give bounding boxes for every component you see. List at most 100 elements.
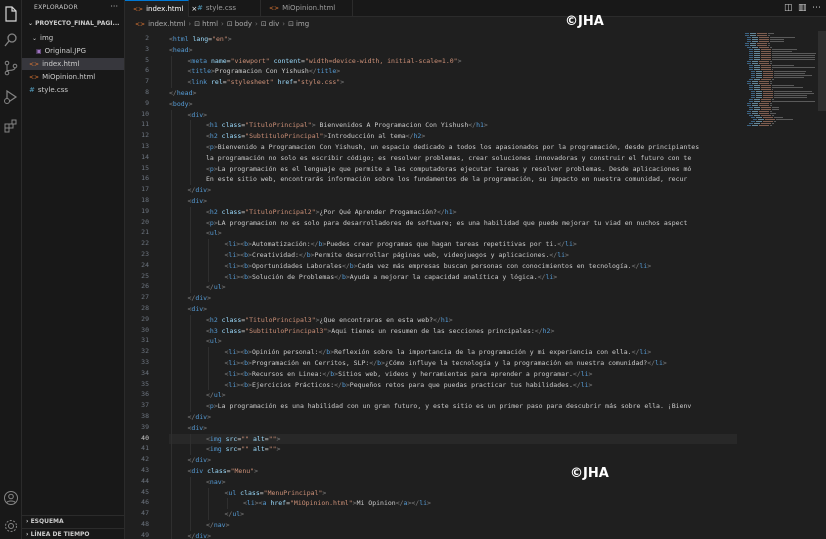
code-line[interactable]: <li><b>Opinión personal:</b>Reflexión so… — [169, 347, 652, 358]
account-icon[interactable] — [3, 490, 19, 506]
code-line[interactable]: <link rel="stylesheet" href="style.css"> — [169, 77, 345, 88]
code-line[interactable]: <div> — [169, 423, 208, 434]
code-line[interactable]: <p>Bienvenido a Programacion Con Yishush… — [169, 142, 699, 153]
code-line[interactable]: <head> — [169, 45, 193, 56]
code-line[interactable]: <h2 class="TituloPrincipal3">¿Que encont… — [169, 315, 453, 326]
code-line[interactable]: <ul> — [169, 228, 222, 239]
code-line[interactable]: </div> — [169, 185, 212, 196]
indent-guide — [208, 250, 209, 261]
settings-gear-icon[interactable] — [3, 518, 19, 534]
minimap-line — [752, 83, 758, 84]
line-number: 20 — [141, 217, 149, 226]
code-line[interactable]: </div> — [169, 412, 212, 423]
more-actions-icon[interactable]: ⋯ — [812, 3, 821, 13]
project-folder[interactable]: ⌄ PROYECTO_FINAL_PAGI... — [22, 18, 124, 30]
indent-guide — [189, 120, 191, 132]
code-line[interactable]: <p>LA programacion no es solo para desar… — [169, 218, 687, 229]
code-line[interactable]: <h1 class="TituloPrincipal"> Bienvenidos… — [169, 120, 488, 131]
split-editor-icon[interactable]: ◫ — [784, 3, 793, 13]
outline-section[interactable]: › ESQUEMA — [22, 515, 124, 527]
breadcrumb-item[interactable]: html — [202, 20, 218, 28]
code-line[interactable]: <div> — [169, 196, 208, 207]
code-line[interactable]: <h3 class="SubtituloPrincipal3">Aqui tie… — [169, 326, 554, 337]
code-line[interactable]: En este sitio web, encontrarás informaci… — [169, 174, 687, 185]
code-line[interactable]: <div> — [169, 110, 208, 121]
file-style-css[interactable]: # style.css — [29, 84, 124, 96]
breadcrumb-item[interactable]: img — [296, 20, 309, 28]
code-line[interactable]: <div class="Menu"> — [169, 466, 259, 477]
code-editor[interactable]: 2 3 5 6 7 8 9 10 11 12 13 14 15 16 17 18 19 20 21 22 23 24 25 2… — [125, 31, 737, 539]
code-line[interactable]: </div> — [169, 455, 212, 466]
code-line[interactable]: <p>La programación es una habilidad con … — [169, 401, 691, 412]
code-line[interactable]: </head> — [169, 88, 196, 99]
search-icon[interactable] — [3, 32, 19, 48]
tab-style-css[interactable]: # style.css — [189, 0, 261, 17]
code-line[interactable]: </ul> — [169, 509, 245, 520]
tab-index-html[interactable]: <> index.html × — [125, 0, 197, 17]
minimap[interactable] — [737, 31, 826, 539]
code-line[interactable]: <h2 class="SubtituloPrincipal">Introducc… — [169, 131, 425, 142]
code-line[interactable]: <li><b>Creatividad:</b>Permite desarroll… — [169, 250, 569, 261]
code-line[interactable]: <li><b>Programación en Cerritos, SLP:</b… — [169, 358, 667, 369]
source-control-icon[interactable] — [3, 60, 19, 76]
code-line[interactable]: <img src="" alt=""> — [169, 433, 737, 445]
indent-guide — [189, 250, 191, 261]
code-line[interactable]: <li><b>Oportunidades Laborales</b>Cada v… — [169, 261, 652, 272]
timeline-section[interactable]: › LÍNEA DE TIEMPO — [22, 528, 124, 539]
line-number: 19 — [141, 206, 149, 215]
code-line[interactable]: <ul> — [169, 336, 222, 347]
files-icon[interactable] — [3, 6, 19, 22]
layout-icon[interactable]: ▥ — [798, 3, 807, 13]
file-original-jpg[interactable]: ▣ Original.JPG — [36, 45, 124, 57]
code-line[interactable]: </ul> — [169, 390, 226, 401]
code-line[interactable]: <li><b>Automatización:</b>Puedes crear p… — [169, 239, 577, 250]
indent-guide — [189, 487, 191, 499]
code-line[interactable]: <li><b>Solución de Problemas</b>Ayuda a … — [169, 272, 558, 283]
minimap-line — [756, 121, 762, 122]
line-number: 17 — [141, 185, 149, 194]
indent-guide — [171, 422, 172, 434]
vertical-scrollbar[interactable] — [818, 31, 826, 111]
run-debug-icon[interactable] — [3, 89, 19, 105]
breadcrumb-item[interactable]: div — [269, 20, 280, 28]
code-line[interactable]: </nav> — [169, 520, 230, 531]
more-actions-icon[interactable]: ··· — [110, 2, 118, 11]
code-line[interactable]: <html lang="en"> — [169, 34, 232, 45]
minimap-line — [754, 99, 760, 100]
minimap-line — [772, 49, 798, 50]
code-line[interactable]: </div> — [169, 293, 212, 304]
breadcrumb-item[interactable]: index.html — [148, 20, 185, 28]
extensions-icon[interactable] — [3, 118, 19, 134]
minimap-line — [752, 37, 758, 38]
minimap-line — [768, 35, 771, 36]
code-line[interactable]: </div> — [169, 531, 212, 539]
folder-img[interactable]: ⌄ img — [32, 32, 124, 44]
minimap-line — [756, 95, 762, 96]
code-line[interactable]: <li><b>Recursos en Linea:</b>Sitios web,… — [169, 369, 593, 380]
code-line[interactable]: <ul class="MenuPrincipal"> — [169, 488, 327, 499]
minimap-line — [761, 69, 771, 70]
code-line[interactable]: la programación no solo es escribir códi… — [169, 153, 691, 164]
minimap-line — [751, 77, 755, 78]
indent-guide — [171, 358, 172, 369]
code-line[interactable]: <nav> — [169, 477, 226, 488]
minimap-line — [752, 105, 758, 106]
code-area[interactable]: <html lang="en"> <head> <meta name="viewpo… — [169, 31, 737, 539]
file-index-html[interactable]: <> index.html — [22, 58, 124, 70]
code-line[interactable]: <li><b>Ejercicios Prácticos:</b>Pequeños… — [169, 380, 593, 391]
tab-miopinion-html[interactable]: <> MiOpinion.html — [261, 0, 353, 17]
code-line[interactable]: <img src="" alt=""> — [169, 444, 280, 455]
file-miopinion-html[interactable]: <> MiOpinion.html — [29, 71, 124, 83]
minimap-line — [759, 105, 769, 106]
code-line[interactable]: <title>Programacion Con Yishush</title> — [169, 66, 341, 77]
explorer-title: EXPLORADOR — [34, 4, 78, 11]
code-line[interactable]: </ul> — [169, 282, 226, 293]
code-line[interactable]: <h2 class="TituloPrincipal2">¿Por Qué Ap… — [169, 207, 457, 218]
breadcrumb-item[interactable]: body — [235, 20, 252, 28]
code-line[interactable]: <body> — [169, 99, 193, 110]
minimap-line — [749, 89, 753, 90]
code-line[interactable]: <p>La programación es el lenguaje que pe… — [169, 164, 691, 175]
minimap-line — [751, 95, 755, 96]
code-line[interactable]: <div> — [169, 304, 208, 315]
code-line[interactable]: <meta name="viewport" content="width=dev… — [169, 56, 462, 67]
